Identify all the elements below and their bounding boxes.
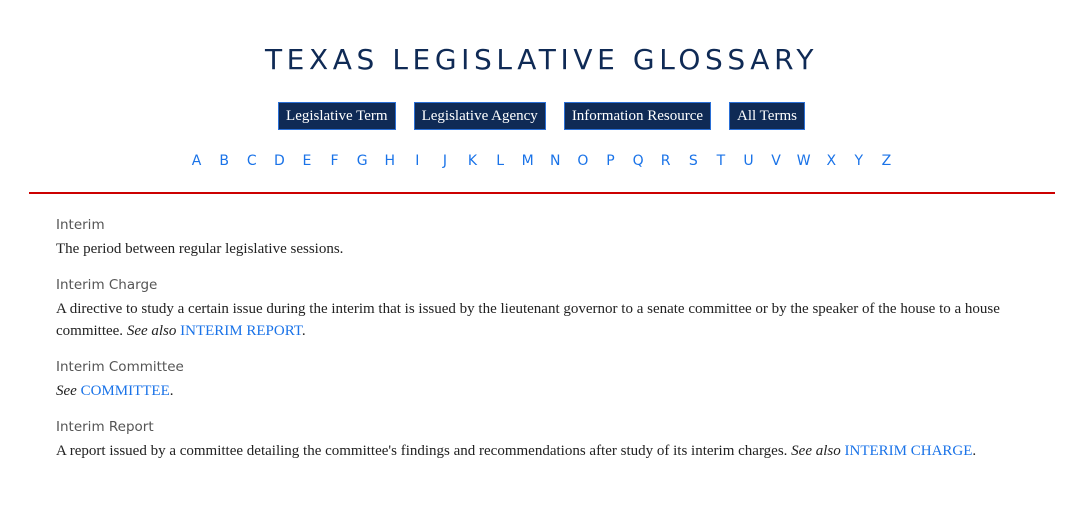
letter-link-i[interactable]: I: [404, 151, 432, 171]
entry-definition: A directive to study a certain issue dur…: [56, 298, 1056, 342]
letter-link-o[interactable]: O: [569, 151, 597, 171]
cross-reference-link[interactable]: INTERIM REPORT: [180, 323, 302, 339]
see-label: See: [56, 383, 77, 399]
filter-information-resource-button[interactable]: Information Resource: [563, 102, 712, 130]
letter-link-h[interactable]: H: [376, 151, 404, 171]
letter-link-f[interactable]: F: [321, 151, 349, 171]
definition-text: The period between regular legislative s…: [56, 241, 344, 257]
definition-suffix: .: [169, 383, 174, 399]
entry-term: Interim Report: [56, 419, 154, 435]
letter-link-w[interactable]: W: [790, 151, 818, 171]
see-also-label: See also: [791, 443, 841, 459]
letter-link-d[interactable]: D: [266, 151, 294, 171]
cross-reference-link[interactable]: COMMITTEE: [81, 383, 170, 399]
filter-legislative-term-button[interactable]: Legislative Term: [278, 102, 396, 130]
letter-link-a[interactable]: A: [183, 151, 211, 171]
letter-link-b[interactable]: B: [210, 151, 238, 171]
letter-link-y[interactable]: Y: [845, 151, 873, 171]
entry-term: Interim Committee: [56, 359, 184, 375]
letter-link-x[interactable]: X: [817, 151, 845, 171]
glossary-entry: Interim Charge A directive to study a ce…: [56, 274, 1056, 342]
definition-suffix: .: [972, 443, 977, 459]
letter-link-n[interactable]: N: [542, 151, 570, 171]
see-also-label: See also: [126, 323, 177, 339]
glossary-entries: Interim The period between regular legis…: [56, 214, 1056, 476]
cross-reference-link[interactable]: INTERIM CHARGE: [845, 443, 973, 459]
filter-all-terms-button[interactable]: All Terms: [729, 102, 805, 130]
glossary-entry: Interim The period between regular legis…: [56, 214, 1056, 260]
letter-link-p[interactable]: P: [597, 151, 625, 171]
section-divider: [29, 192, 1055, 194]
letter-link-m[interactable]: M: [514, 151, 542, 171]
entry-definition: A report issued by a committee detailing…: [56, 440, 1056, 462]
letter-link-e[interactable]: E: [293, 151, 321, 171]
letter-link-r[interactable]: R: [652, 151, 680, 171]
letter-link-u[interactable]: U: [735, 151, 763, 171]
category-filter-bar: Legislative Term Legislative Agency Info…: [0, 102, 1083, 130]
letter-link-l[interactable]: L: [486, 151, 514, 171]
alphabet-nav: A B C D E F G H I J K L M N O P Q R S T …: [0, 151, 1083, 171]
letter-link-c[interactable]: C: [238, 151, 266, 171]
entry-definition: See COMMITTEE.: [56, 380, 1056, 402]
letter-link-q[interactable]: Q: [624, 151, 652, 171]
entry-term: Interim: [56, 217, 105, 233]
letter-link-s[interactable]: S: [679, 151, 707, 171]
glossary-entry: Interim Committee See COMMITTEE.: [56, 356, 1056, 402]
entry-definition: The period between regular legislative s…: [56, 238, 1056, 260]
letter-link-j[interactable]: J: [431, 151, 459, 171]
letter-link-k[interactable]: K: [459, 151, 487, 171]
definition-suffix: .: [301, 323, 306, 339]
letter-link-g[interactable]: G: [348, 151, 376, 171]
letter-link-v[interactable]: V: [762, 151, 790, 171]
page-title: TEXAS LEGISLATIVE GLOSSARY: [264, 43, 819, 76]
letter-link-t[interactable]: T: [707, 151, 735, 171]
letter-link-z[interactable]: Z: [873, 151, 901, 171]
glossary-entry: Interim Report A report issued by a comm…: [56, 416, 1056, 462]
entry-term: Interim Charge: [56, 277, 158, 293]
filter-legislative-agency-button[interactable]: Legislative Agency: [413, 102, 546, 130]
definition-text: A report issued by a committee detailing…: [56, 443, 792, 459]
